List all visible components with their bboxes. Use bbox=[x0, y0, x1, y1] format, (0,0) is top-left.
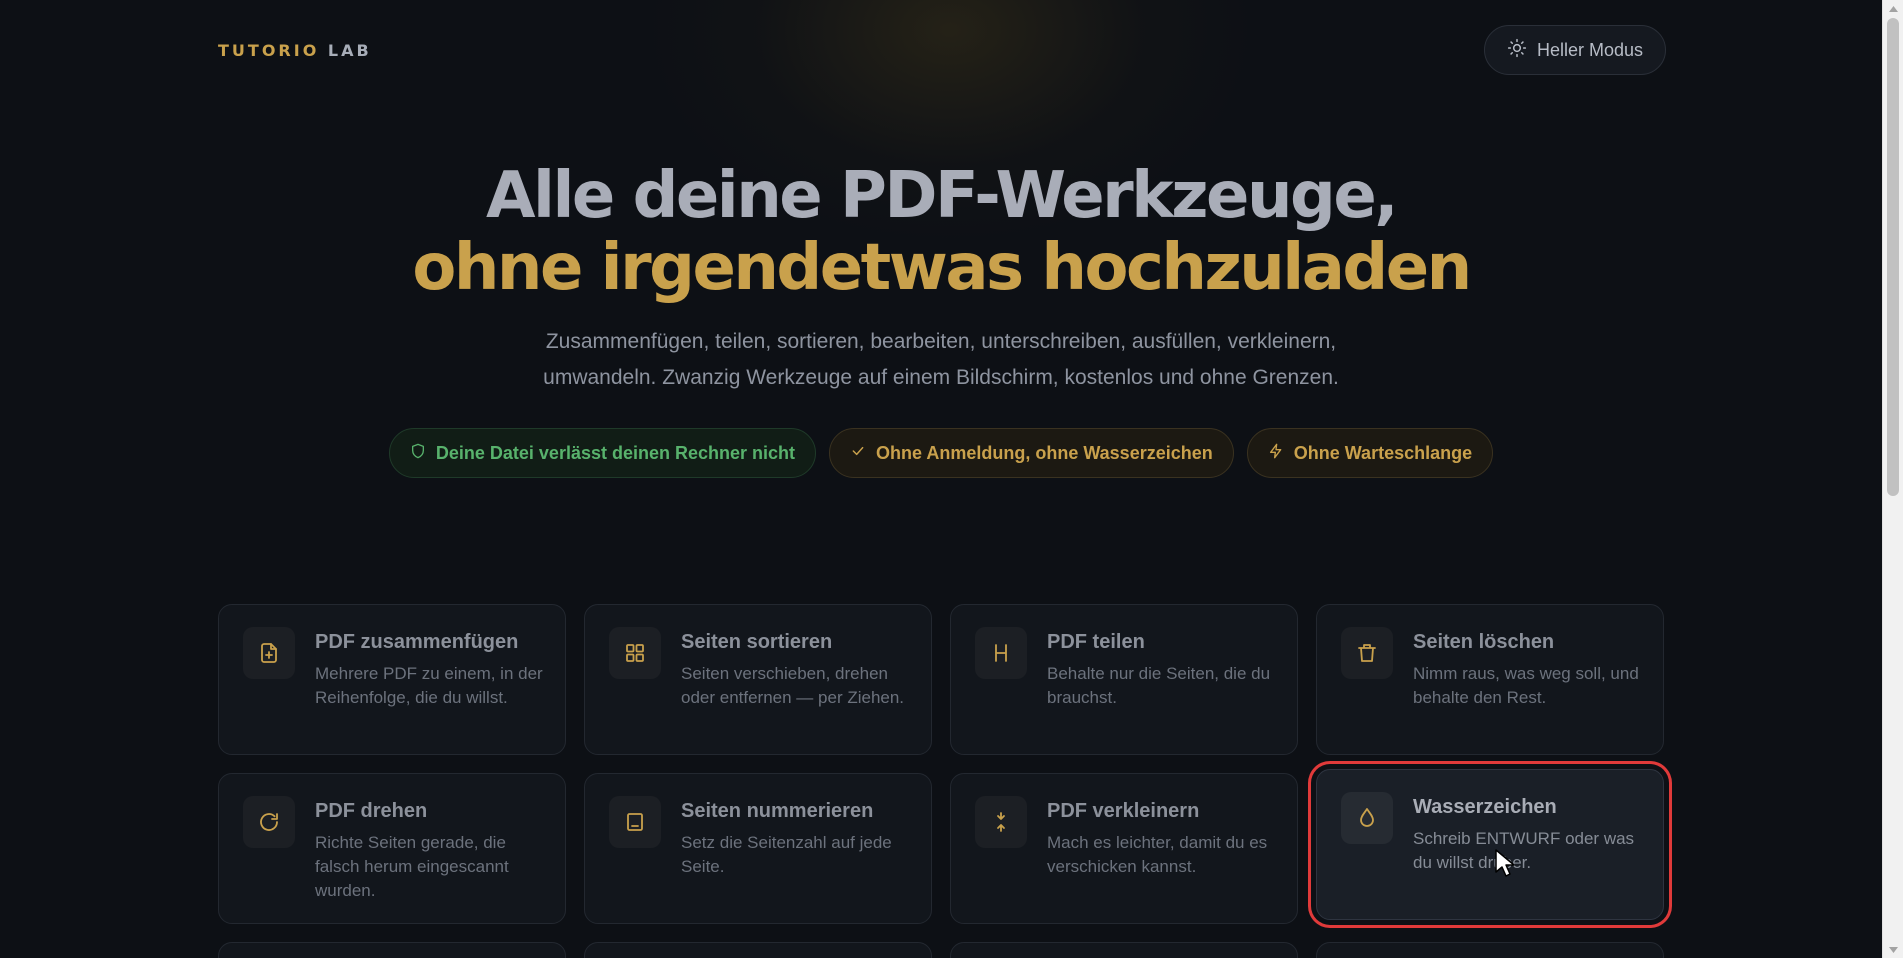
tool-description: Schreib ENTWURF oder was du willst drübe… bbox=[1413, 829, 1635, 872]
tool-title: PDF verkleinern bbox=[1047, 800, 1200, 822]
tool-card-partial[interactable] bbox=[584, 942, 932, 958]
tool-title: PDF zusammenfügen bbox=[315, 631, 519, 653]
logo[interactable]: TUTORIO LAB bbox=[218, 41, 372, 60]
hero-subtitle: Zusammenfügen, teilen, sortieren, bearbe… bbox=[543, 330, 1339, 389]
tool-description: Behalte nur die Seiten, die du brauchst. bbox=[1047, 664, 1271, 707]
scrollbar-thumb[interactable] bbox=[1887, 18, 1899, 496]
tool-description: Mach es leichter, damit du es verschicke… bbox=[1047, 833, 1268, 876]
tool-title: PDF drehen bbox=[315, 800, 428, 822]
scroll-down-arrow-icon[interactable] bbox=[1883, 941, 1903, 958]
tool-description: Setz die Seitenzahl auf jede Seite. bbox=[681, 833, 892, 876]
sun-icon bbox=[1507, 38, 1527, 63]
split-icon bbox=[975, 627, 1027, 679]
tool-title: Seiten nummerieren bbox=[681, 800, 874, 822]
lightning-icon bbox=[1268, 443, 1284, 464]
tool-card-rotate[interactable]: PDF drehen Richte Seiten gerade, die fal… bbox=[218, 773, 566, 924]
tool-card-sort[interactable]: Seiten sortieren Seiten verschieben, dre… bbox=[584, 604, 932, 755]
tool-grid: PDF zusammenfügen Mehrere PDF zu einem, … bbox=[218, 604, 1666, 958]
tool-description: Mehrere PDF zu einem, in der Reihenfolge… bbox=[315, 664, 543, 707]
tool-title: Wasserzeichen bbox=[1413, 796, 1557, 818]
tool-description: Richte Seiten gerade, die falsch herum e… bbox=[315, 833, 509, 900]
tool-card-watermark[interactable]: Wasserzeichen Schreib ENTWURF oder was d… bbox=[1316, 769, 1664, 920]
compress-icon bbox=[975, 796, 1027, 848]
droplet-icon bbox=[1341, 792, 1393, 844]
vertical-scrollbar[interactable] bbox=[1882, 0, 1903, 958]
tool-card-partial[interactable] bbox=[218, 942, 566, 958]
shield-icon bbox=[410, 443, 426, 464]
page-number-icon bbox=[609, 796, 661, 848]
merge-icon bbox=[243, 627, 295, 679]
trash-icon bbox=[1341, 627, 1393, 679]
tool-card-compress[interactable]: PDF verkleinern Mach es leichter, damit … bbox=[950, 773, 1298, 924]
badge-privacy-label: Deine Datei verlässt deinen Rechner nich… bbox=[435, 442, 796, 463]
logo-part1: TUTORIO bbox=[218, 40, 320, 60]
check-icon bbox=[850, 443, 866, 464]
feature-badges: Deine Datei verlässt deinen Rechner nich… bbox=[0, 428, 1882, 478]
tool-card-split[interactable]: PDF teilen Behalte nur die Seiten, die d… bbox=[950, 604, 1298, 755]
hero-title: Alle deine PDF-Werkzeuge, ohne irgendetw… bbox=[0, 160, 1882, 304]
tool-card-partial[interactable] bbox=[1316, 942, 1664, 958]
tool-description: Seiten verschieben, drehen oder entferne… bbox=[681, 664, 905, 707]
top-bar: TUTORIO LAB Heller Modus bbox=[218, 25, 1666, 75]
tool-description: Nimm raus, was weg soll, und behalte den… bbox=[1413, 664, 1639, 707]
light-mode-label: Heller Modus bbox=[1536, 39, 1643, 60]
badge-no-signup-label: Ohne Anmeldung, ohne Wasserzeichen bbox=[876, 442, 1213, 463]
grid-icon bbox=[609, 627, 661, 679]
mouse-cursor-icon bbox=[1494, 848, 1516, 878]
hero: Alle deine PDF-Werkzeuge, ohne irgendetw… bbox=[0, 160, 1882, 478]
tool-card-partial[interactable] bbox=[950, 942, 1298, 958]
badge-no-queue: Ohne Warteschlange bbox=[1246, 428, 1494, 478]
badge-privacy: Deine Datei verlässt deinen Rechner nich… bbox=[388, 428, 817, 478]
tool-card-page-numbers[interactable]: Seiten nummerieren Setz die Seitenzahl a… bbox=[584, 773, 932, 924]
tool-card-delete[interactable]: Seiten löschen Nimm raus, was weg soll, … bbox=[1316, 604, 1664, 755]
scroll-up-arrow-icon[interactable] bbox=[1883, 0, 1903, 17]
tool-title: Seiten löschen bbox=[1413, 631, 1555, 653]
hero-title-line2: ohne irgendetwas hochzuladen bbox=[412, 231, 1472, 305]
tool-title: PDF teilen bbox=[1047, 631, 1145, 653]
light-mode-button[interactable]: Heller Modus bbox=[1483, 25, 1666, 75]
logo-part2: LAB bbox=[327, 40, 372, 60]
tool-card-merge[interactable]: PDF zusammenfügen Mehrere PDF zu einem, … bbox=[218, 604, 566, 755]
hero-title-line1: Alle deine PDF-Werkzeuge, bbox=[485, 159, 1399, 233]
tool-title: Seiten sortieren bbox=[681, 631, 833, 653]
badge-no-queue-label: Ohne Warteschlange bbox=[1293, 442, 1473, 463]
badge-no-signup: Ohne Anmeldung, ohne Wasserzeichen bbox=[829, 428, 1234, 478]
rotate-icon bbox=[243, 796, 295, 848]
